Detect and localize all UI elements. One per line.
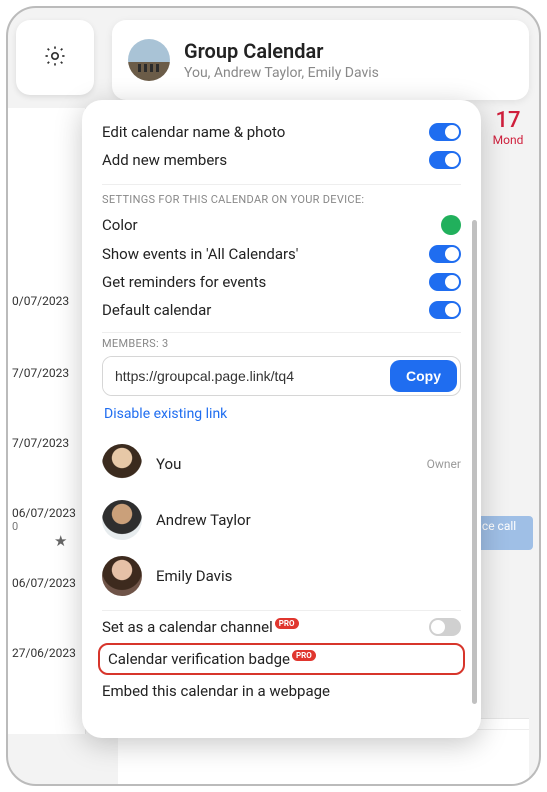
row-add-members[interactable]: Add new members bbox=[102, 146, 461, 174]
bg-date[interactable]: 27/06/2023 bbox=[12, 646, 82, 660]
toggle-show-all[interactable] bbox=[429, 245, 461, 263]
row-label: Get reminders for events bbox=[102, 273, 429, 291]
calendar-settings-panel: Edit calendar name & photo Add new membe… bbox=[82, 100, 481, 738]
color-swatch[interactable] bbox=[441, 215, 461, 235]
member-row[interactable]: You Owner bbox=[102, 436, 461, 492]
calendar-photo bbox=[128, 39, 170, 81]
member-name: Andrew Taylor bbox=[156, 511, 447, 529]
row-reminders[interactable]: Get reminders for events bbox=[102, 268, 461, 296]
avatar bbox=[102, 500, 142, 540]
share-link-box: Copy bbox=[102, 356, 461, 396]
bg-day-header[interactable]: 17 Mond bbox=[477, 108, 539, 158]
row-verification-badge[interactable]: Calendar verification badgePRO bbox=[98, 643, 465, 675]
toggle-default-cal[interactable] bbox=[429, 301, 461, 319]
row-default-calendar[interactable]: Default calendar bbox=[102, 296, 461, 324]
row-show-all-calendars[interactable]: Show events in 'All Calendars' bbox=[102, 240, 461, 268]
row-embed-webpage[interactable]: Embed this calendar in a webpage bbox=[102, 677, 461, 705]
bg-day-number: 17 bbox=[477, 108, 539, 133]
row-label: Default calendar bbox=[102, 301, 429, 319]
avatar bbox=[102, 556, 142, 596]
settings-button[interactable] bbox=[16, 20, 94, 95]
calendar-title: Group Calendar bbox=[184, 39, 379, 63]
calendar-header-card[interactable]: Group Calendar You, Andrew Taylor, Emily… bbox=[112, 20, 529, 100]
row-label: Embed this calendar in a webpage bbox=[102, 682, 461, 700]
member-row[interactable]: Andrew Taylor bbox=[102, 492, 461, 548]
disable-link-action[interactable]: Disable existing link bbox=[104, 406, 227, 422]
row-label: Color bbox=[102, 216, 441, 234]
bg-date[interactable]: 0/07/2023 bbox=[12, 294, 82, 308]
calendar-members-summary: You, Andrew Taylor, Emily Davis bbox=[184, 65, 379, 81]
row-color[interactable]: Color bbox=[102, 210, 461, 240]
bg-event-chip[interactable]: ice call bbox=[475, 516, 533, 550]
bg-date[interactable]: 06/07/2023 bbox=[12, 576, 82, 590]
member-name: You bbox=[156, 455, 413, 473]
bg-date[interactable]: 7/07/2023 bbox=[12, 436, 82, 450]
pro-badge: PRO bbox=[275, 618, 299, 629]
copy-link-button[interactable]: Copy bbox=[390, 360, 457, 392]
row-label: Edit calendar name & photo bbox=[102, 123, 429, 141]
row-label: Calendar verification badgePRO bbox=[108, 650, 455, 668]
row-edit-name-photo[interactable]: Edit calendar name & photo bbox=[102, 118, 461, 146]
pro-badge: PRO bbox=[292, 650, 316, 661]
scrollbar[interactable] bbox=[472, 220, 477, 704]
avatar bbox=[102, 444, 142, 484]
bg-day-name: Mond bbox=[477, 133, 539, 147]
toggle-calendar-channel[interactable] bbox=[429, 618, 461, 636]
bg-date[interactable]: 7/07/2023 bbox=[12, 366, 82, 380]
gear-icon bbox=[43, 44, 67, 72]
section-members: MEMBERS: 3 bbox=[102, 332, 461, 350]
toggle-reminders[interactable] bbox=[429, 273, 461, 291]
section-device-settings: SETTINGS FOR THIS CALENDAR ON YOUR DEVIC… bbox=[102, 184, 461, 206]
star-icon: ★ bbox=[54, 532, 67, 550]
toggle-add-members[interactable] bbox=[429, 151, 461, 169]
share-link-input[interactable] bbox=[103, 357, 387, 395]
row-label: Show events in 'All Calendars' bbox=[102, 245, 429, 263]
toggle-edit-name-photo[interactable] bbox=[429, 123, 461, 141]
member-row[interactable]: Emily Davis bbox=[102, 548, 461, 604]
bg-date-sub: 0 bbox=[12, 520, 82, 533]
row-label: Set as a calendar channelPRO bbox=[102, 618, 429, 636]
row-calendar-channel[interactable]: Set as a calendar channelPRO bbox=[102, 613, 461, 641]
row-label: Add new members bbox=[102, 151, 429, 169]
member-role: Owner bbox=[427, 457, 461, 471]
bg-date[interactable]: 06/07/2023 bbox=[12, 506, 82, 520]
member-name: Emily Davis bbox=[156, 567, 447, 585]
